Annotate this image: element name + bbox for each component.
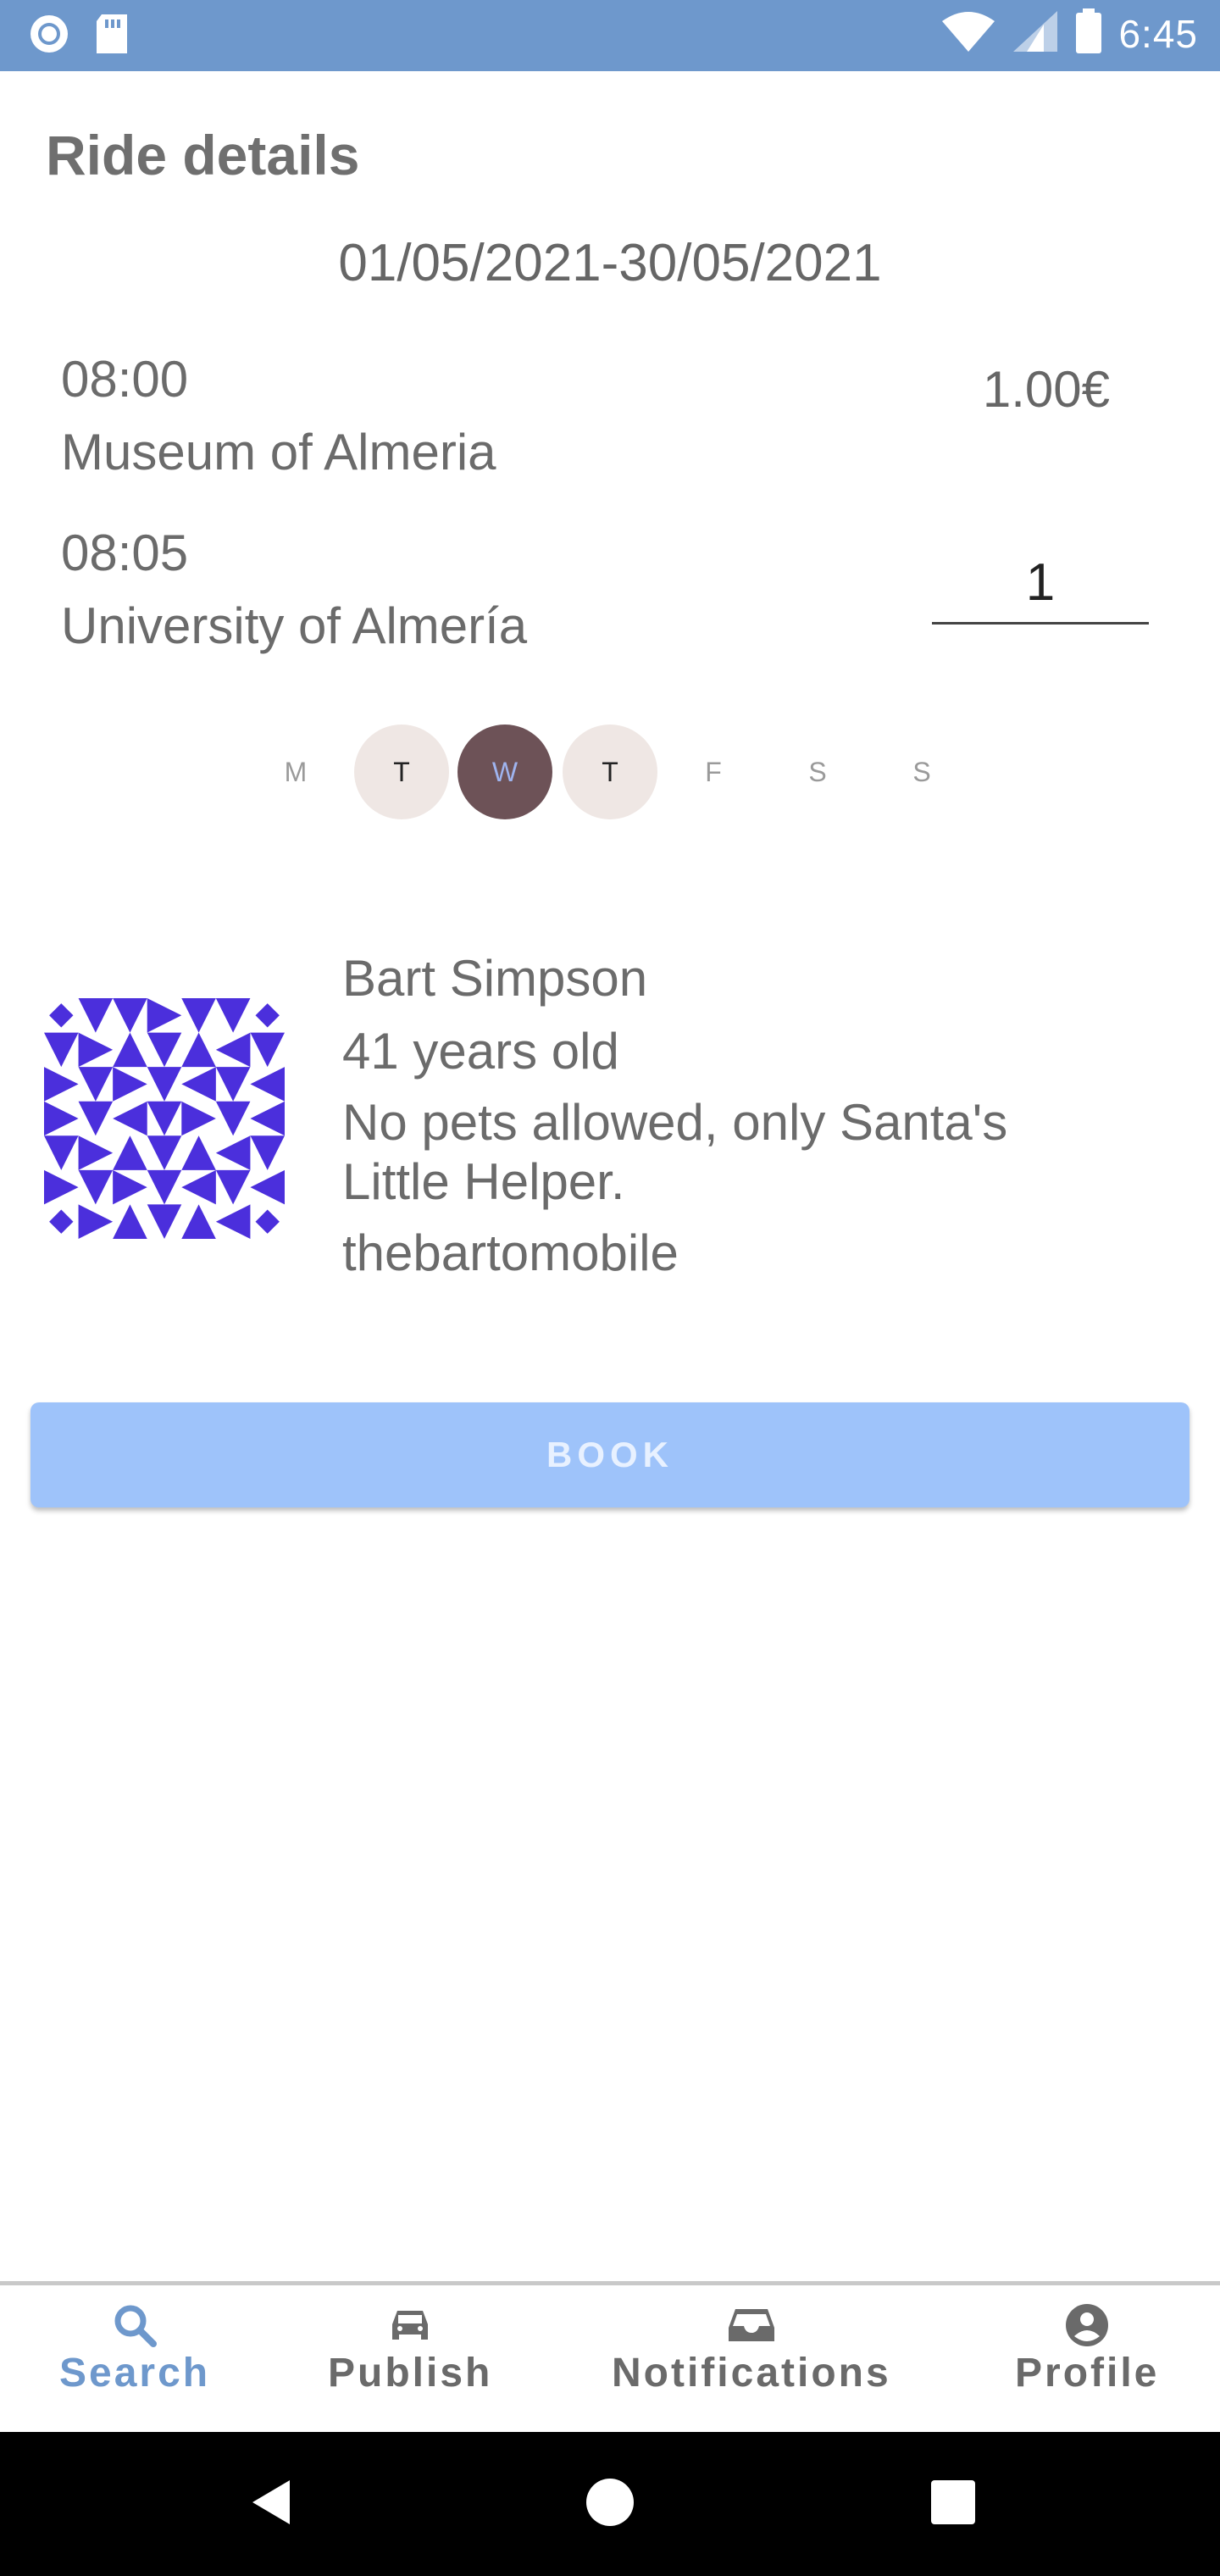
day-saturday[interactable]: S: [770, 724, 865, 819]
day-selector: M T W T F S S: [0, 724, 1220, 819]
day-friday[interactable]: F: [666, 724, 761, 819]
nav-label: Profile: [1015, 2351, 1160, 2396]
account-icon: [1064, 2302, 1110, 2350]
home-icon: [585, 2477, 635, 2532]
back-button[interactable]: [229, 2432, 313, 2576]
arrival-time: 08:05: [61, 525, 189, 581]
nav-label: Publish: [328, 2351, 493, 2396]
day-monday[interactable]: M: [248, 724, 343, 819]
system-nav-bar: [0, 2432, 1220, 2576]
recents-button[interactable]: [911, 2432, 995, 2576]
page-title: Ride details: [46, 124, 360, 186]
driver-name: Bart Simpson: [342, 950, 648, 1007]
arrival-place: University of Almería: [61, 597, 528, 654]
search-icon: [112, 2302, 158, 2350]
driver-avatar: [44, 998, 285, 1239]
arrival-stop: 08:05 University of Almería: [61, 517, 527, 663]
departure-stop: 08:00 Museum of Almeria: [61, 343, 496, 489]
driver-age: 41 years old: [342, 1023, 619, 1080]
home-button[interactable]: [568, 2432, 652, 2576]
bottom-nav: Search Publish Notifications Profile: [0, 2281, 1220, 2436]
nav-profile[interactable]: Profile: [1015, 2302, 1159, 2396]
nav-publish[interactable]: Publish: [328, 2302, 492, 2396]
wifi-icon: [940, 9, 996, 58]
driver-description: No pets allowed, only Santa's Little Hel…: [342, 1094, 1008, 1210]
status-bar: 6:45: [0, 0, 1220, 71]
day-sunday[interactable]: S: [874, 724, 969, 819]
seats-input[interactable]: [932, 542, 1149, 625]
nav-search[interactable]: Search: [59, 2302, 210, 2396]
car-icon: [387, 2302, 433, 2350]
nav-label: Search: [59, 2351, 211, 2396]
battery-icon: [1074, 8, 1103, 58]
ride-price: 1.00€: [982, 361, 1110, 418]
nav-notifications[interactable]: Notifications: [612, 2302, 891, 2396]
record-icon: [27, 12, 71, 60]
driver-info: Bart Simpson 41 years old No pets allowe…: [342, 947, 1105, 1295]
day-wednesday[interactable]: W: [458, 724, 552, 819]
date-range: 01/05/2021-30/05/2021: [338, 234, 882, 292]
back-icon: [246, 2477, 297, 2532]
recents-icon: [929, 2479, 977, 2530]
book-button[interactable]: BOOK: [30, 1402, 1190, 1507]
driver-car: thebartomobile: [342, 1224, 679, 1281]
day-tuesday[interactable]: T: [354, 724, 449, 819]
inbox-icon: [725, 2302, 778, 2350]
departure-place: Museum of Almeria: [61, 424, 496, 480]
clock: 6:45: [1118, 11, 1198, 56]
signal-icon: [1012, 9, 1059, 58]
departure-time: 08:00: [61, 351, 189, 408]
nav-label: Notifications: [612, 2351, 891, 2396]
day-thursday[interactable]: T: [563, 724, 657, 819]
sd-card-icon: [93, 13, 130, 59]
